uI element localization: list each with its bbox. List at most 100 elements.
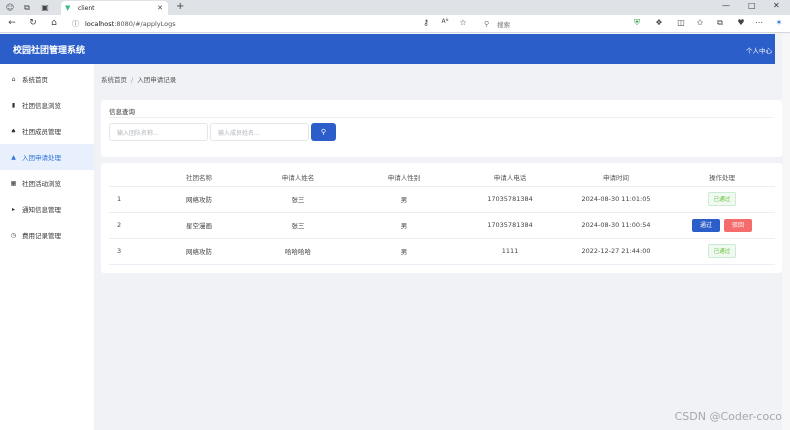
url-host: localhost — [85, 20, 115, 28]
new-tab-icon[interactable]: + — [176, 1, 184, 12]
cell-gender: 男 — [351, 238, 457, 265]
cell-gender: 男 — [351, 212, 457, 239]
club-name-input[interactable]: 输入团队名称... — [109, 123, 208, 141]
clock-icon: ◷ — [10, 231, 17, 239]
watermark: CSDN @Coder-coco — [674, 410, 782, 423]
read-aloud-icon[interactable]: Aᴺ — [439, 18, 451, 25]
table-row: 2 星空漫画 张三 男 17035781384 2024-08-30 11:00… — [109, 212, 775, 239]
scrollbar[interactable] — [782, 34, 790, 430]
home-nav-icon[interactable]: ⌂ — [48, 18, 60, 28]
extensions-icon[interactable]: ❖ — [653, 18, 665, 27]
cell-actions: 已通过 — [669, 186, 775, 213]
cell-index: 2 — [109, 212, 153, 239]
url-field[interactable]: ⓘ localhost :8080/#/applyLogs — [72, 17, 472, 31]
cell-name: 张三 — [245, 186, 351, 213]
cell-club: 星空漫画 — [153, 212, 245, 239]
browser-tab-bar: ☺ ⧉ ▣ ▼ client ✕ + — □ ✕ — [0, 0, 790, 15]
cell-time: 2024-08-30 11:01:05 — [563, 186, 669, 213]
info-icon[interactable]: ⓘ — [72, 19, 79, 29]
breadcrumb-home[interactable]: 系统首页 — [101, 76, 127, 84]
member-name-placeholder: 输入成员姓名... — [218, 129, 260, 137]
key-icon[interactable]: ⚷ — [420, 18, 432, 27]
search-button[interactable]: ⚲ — [311, 123, 336, 141]
cell-index: 3 — [109, 238, 153, 265]
sidebar-item-applications[interactable]: ▲ 入团申请处理 — [0, 144, 94, 170]
sidebar-item-activities[interactable]: ▦ 社团活动浏览 — [0, 170, 94, 196]
sidebar-item-label: 通知信息管理 — [22, 206, 61, 214]
phone-icon: ▮ — [11, 101, 16, 109]
sidebar-item-home[interactable]: ⌂ 系统首页 — [0, 66, 94, 92]
minimize-icon[interactable]: — — [722, 1, 730, 10]
column-header-club: 社团名称 — [153, 169, 245, 187]
status-badge: 已通过 — [707, 244, 737, 258]
home-icon: ⌂ — [11, 75, 16, 83]
address-bar: ← ↻ ⌂ ⓘ localhost :8080/#/applyLogs ⚷ Aᴺ… — [0, 15, 790, 33]
close-tab-icon[interactable]: ✕ — [157, 4, 163, 12]
refresh-icon[interactable]: ↻ — [27, 18, 39, 28]
browser-search[interactable]: ⚲ 搜索 — [478, 17, 568, 30]
health-icon[interactable]: ♥ — [735, 18, 747, 27]
table-header-row: 社团名称 申请人姓名 申请人性别 申请人电话 申请时间 操作处理 — [109, 169, 775, 187]
more-menu-icon[interactable]: ⋯ — [753, 18, 765, 27]
cell-actions: 通过 驳回 — [669, 212, 775, 239]
sidebar-item-label: 入团申请处理 — [22, 154, 61, 162]
cell-phone: 17035781384 — [457, 186, 563, 213]
approve-button[interactable]: 通过 — [692, 218, 720, 232]
collections-icon[interactable]: ⧉ — [714, 18, 726, 28]
query-card: 信息查询 输入团队名称... 输入成员姓名... ⚲ — [101, 100, 782, 157]
favorites-icon[interactable]: ✩ — [694, 18, 706, 27]
column-header-time: 申请时间 — [563, 169, 669, 187]
column-header-name: 申请人姓名 — [245, 169, 351, 187]
cell-gender: 男 — [351, 186, 457, 213]
column-header-index — [109, 169, 153, 187]
sidebar-item-label: 社团成员管理 — [22, 128, 61, 136]
divider — [109, 117, 774, 118]
query-title: 信息查询 — [109, 108, 135, 116]
browser-tab[interactable]: ▼ client ✕ — [61, 1, 168, 15]
column-header-phone: 申请人电话 — [457, 169, 563, 187]
app-title: 校园社团管理系统 — [13, 46, 86, 56]
status-badge: 已通过 — [707, 192, 737, 206]
favorite-star-icon[interactable]: ☆ — [457, 18, 469, 27]
maximize-icon[interactable]: □ — [748, 1, 756, 10]
cell-name: 哈哈哈哈 — [245, 238, 351, 265]
cell-name: 张三 — [245, 212, 351, 239]
cell-club: 网络攻防 — [153, 238, 245, 265]
vue-logo-icon: ▼ — [65, 4, 71, 12]
url-path: :8080/#/applyLogs — [114, 20, 176, 28]
cell-actions: 已通过 — [669, 238, 775, 265]
back-icon[interactable]: ← — [6, 18, 18, 28]
user-center-link[interactable]: 个人中心 — [746, 45, 772, 55]
copilot-icon[interactable]: ✶ — [773, 18, 785, 27]
close-window-icon[interactable]: ✕ — [773, 1, 780, 10]
sidebar-item-label: 社团信息浏览 — [22, 102, 61, 110]
breadcrumb: 系统首页 / 入团申请记录 — [101, 74, 176, 84]
cell-phone: 1111 — [457, 238, 563, 265]
calendar-icon: ▦ — [10, 179, 17, 187]
column-header-actions: 操作处理 — [669, 169, 775, 187]
cell-phone: 17035781384 — [457, 212, 563, 239]
applications-table: 社团名称 申请人姓名 申请人性别 申请人电话 申请时间 操作处理 1 网络攻防 … — [109, 169, 775, 265]
megaphone-icon: ▸ — [11, 205, 15, 213]
app-header: 校园社团管理系统 个人中心 — [0, 34, 775, 64]
browser-search-placeholder: 搜索 — [497, 20, 511, 29]
shield-extension-icon[interactable]: ⛨ — [631, 18, 643, 28]
inbox-icon: ▲ — [11, 153, 16, 161]
sidebar-item-fees[interactable]: ◷ 费用记录管理 — [0, 222, 94, 248]
table-card: 社团名称 申请人姓名 申请人性别 申请人电话 申请时间 操作处理 1 网络攻防 … — [101, 163, 782, 273]
profile-icon[interactable]: ☺ — [2, 0, 18, 15]
sidebar-item-label: 社团活动浏览 — [22, 180, 61, 188]
workspaces-icon[interactable]: ⧉ — [19, 0, 35, 15]
sidebar-item-notices[interactable]: ▸ 通知信息管理 — [0, 196, 94, 222]
table-row: 1 网络攻防 张三 男 17035781384 2024-08-30 11:01… — [109, 186, 775, 213]
sidebar-item-members[interactable]: ♠ 社团成员管理 — [0, 118, 94, 144]
tab-actions-icon[interactable]: ▣ — [37, 0, 53, 15]
member-name-input[interactable]: 输入成员姓名... — [210, 123, 309, 141]
sidebar-item-club-info[interactable]: ▮ 社团信息浏览 — [0, 92, 94, 118]
sidebar-item-label: 系统首页 — [22, 76, 48, 84]
sidebar: ⌂ 系统首页 ▮ 社团信息浏览 ♠ 社团成员管理 ▲ 入团申请处理 ▦ 社团活动… — [0, 64, 94, 430]
reject-button[interactable]: 驳回 — [724, 218, 752, 232]
cell-index: 1 — [109, 186, 153, 213]
sidebar-item-label: 费用记录管理 — [22, 232, 61, 240]
split-screen-icon[interactable]: ◫ — [675, 18, 687, 27]
